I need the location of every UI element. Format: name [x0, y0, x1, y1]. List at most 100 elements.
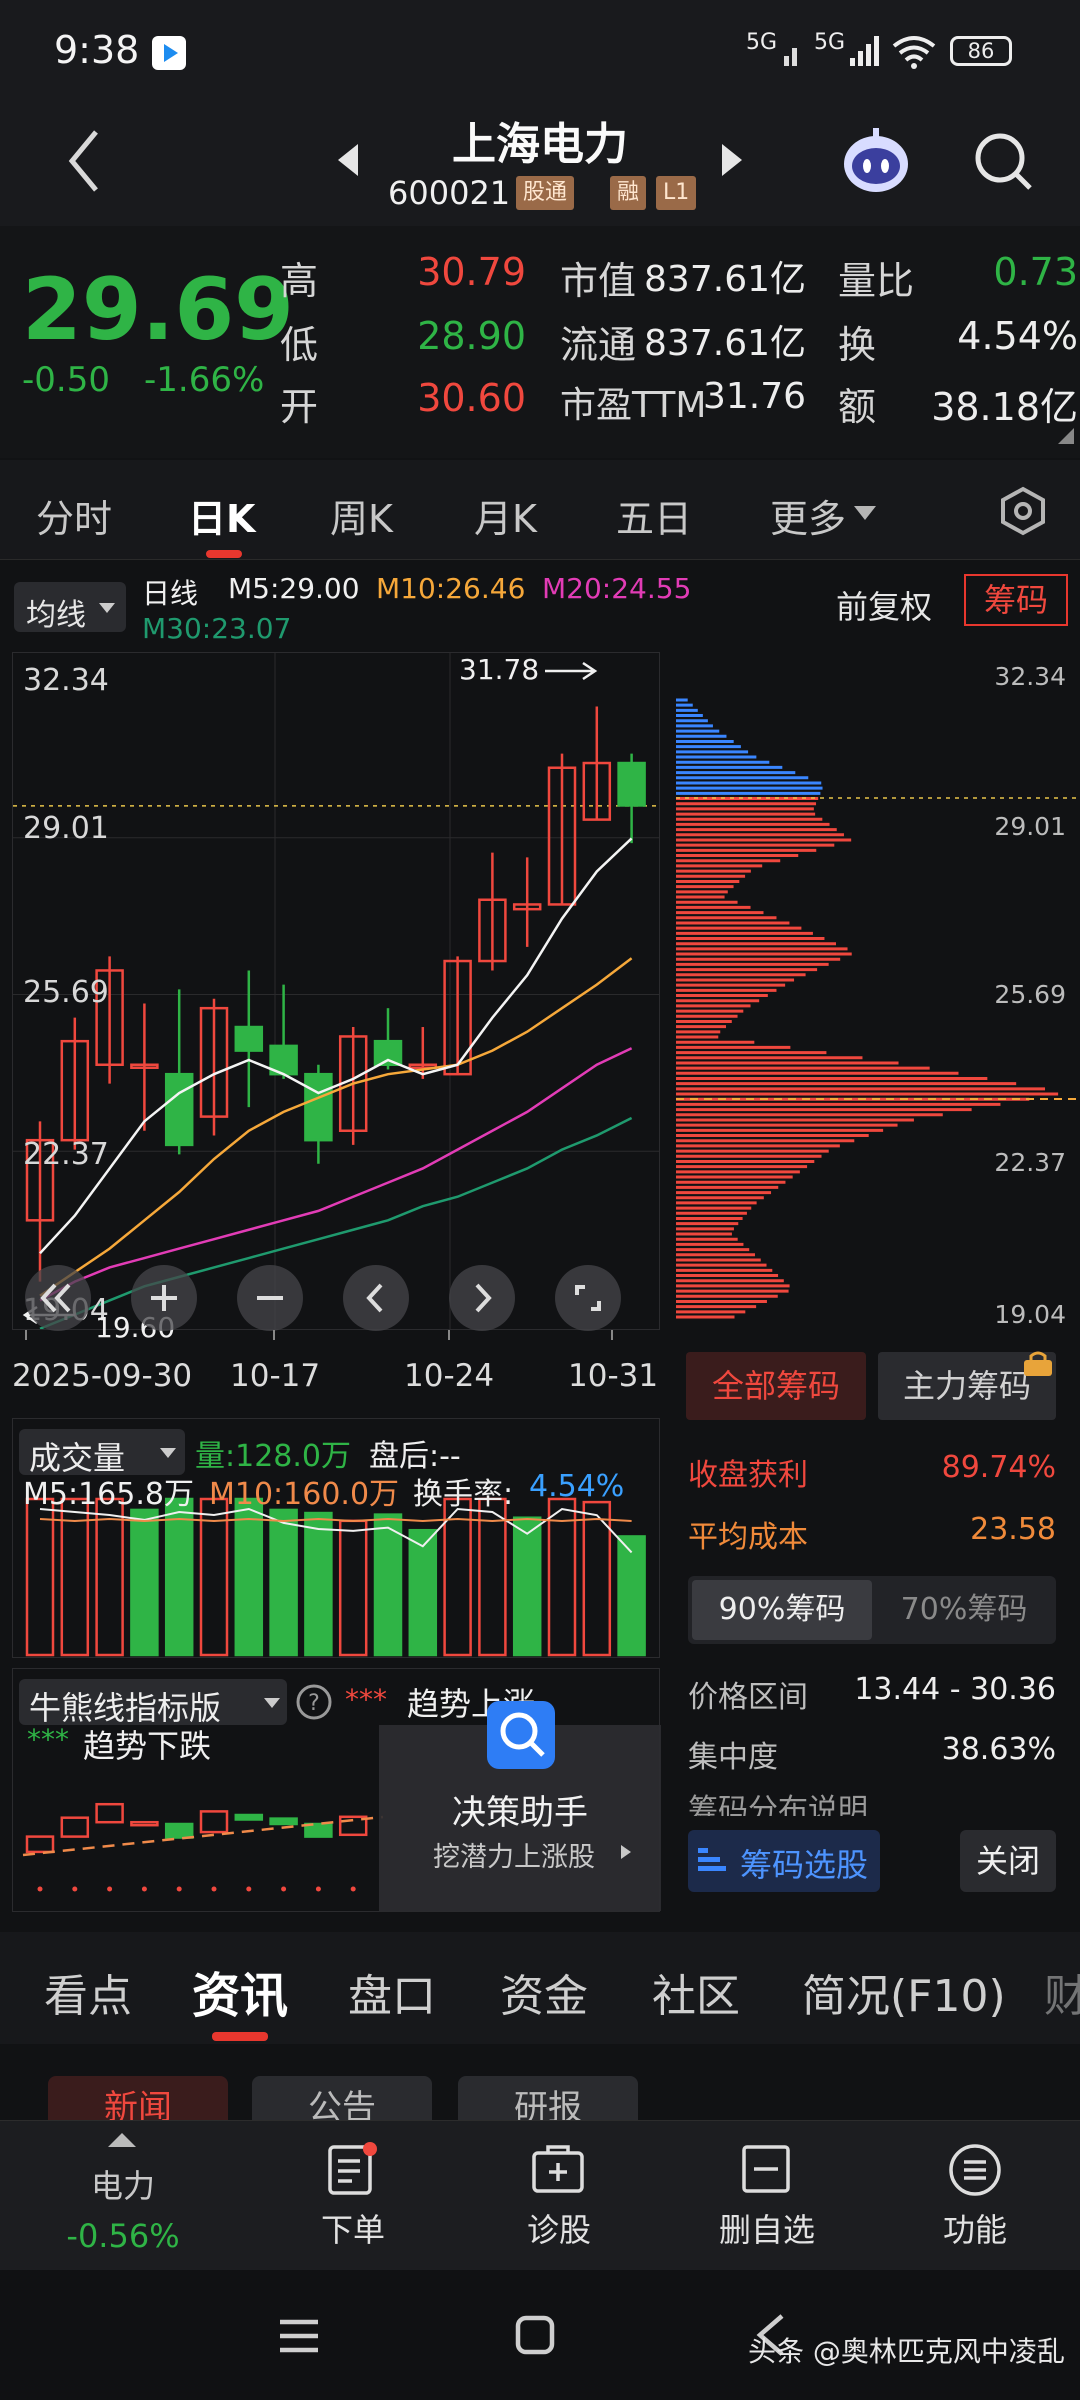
- zoom-out-button[interactable]: [237, 1265, 303, 1331]
- nav-diagnose[interactable]: 诊股: [474, 2205, 644, 2251]
- chip-toggle-button[interactable]: 筹码: [964, 574, 1068, 626]
- volume-bar: [617, 1535, 646, 1657]
- kline-panel[interactable]: 32.34 29.01 25.69 22.37 19.04 31.78 19.6…: [12, 652, 660, 1344]
- kline-y-label: 32.34: [23, 663, 109, 698]
- tab-all-chips[interactable]: 全部筹码: [686, 1352, 866, 1420]
- expand-corner-icon[interactable]: [1056, 426, 1076, 446]
- network-5g-2: 5G: [814, 30, 846, 55]
- chip-70-button[interactable]: 70%筹码: [874, 1580, 1054, 1640]
- volume-panel[interactable]: 成交量 量:128.0万 盘后:-- M5:165.8万 M10:160.0万 …: [12, 1418, 660, 1658]
- tab-weekly-k[interactable]: 周K: [330, 488, 393, 543]
- adjust-mode[interactable]: 前复权: [836, 582, 932, 628]
- volume-bar: [512, 1516, 542, 1657]
- low-value: 28.90: [417, 314, 526, 358]
- volume-bar: [25, 1497, 55, 1657]
- home-icon[interactable]: [514, 2314, 556, 2356]
- tab-more[interactable]: 更多: [770, 488, 846, 543]
- turnover-rate-label: 换手率:: [413, 1477, 514, 1512]
- tab-intraday[interactable]: 分时: [36, 488, 112, 543]
- chip-stock-select-button[interactable]: 筹码选股: [688, 1830, 880, 1892]
- remove-watchlist-icon: [742, 2145, 790, 2193]
- watermark: 头条 @奥林匹克风中凌乱: [748, 2335, 1065, 2368]
- recent-apps-icon[interactable]: [278, 2316, 320, 2356]
- plus-icon: [151, 1285, 177, 1311]
- settings-hexagon-icon[interactable]: [998, 486, 1048, 536]
- network-5g-1: 5G: [746, 30, 778, 55]
- scroll-left-button[interactable]: [343, 1265, 409, 1331]
- chip-distribution-panel[interactable]: 32.34 29.01 25.69 22.37 19.04: [676, 652, 1076, 1332]
- indicator-dot: [72, 1886, 78, 1892]
- chevron-down-icon: [264, 1698, 280, 1708]
- high-value: 30.79: [417, 250, 526, 294]
- nav-remove-watchlist[interactable]: 删自选: [682, 2205, 852, 2251]
- tab-finance[interactable]: 财: [1044, 1960, 1080, 2024]
- chip-close-button[interactable]: 关闭: [960, 1830, 1056, 1892]
- indicator-panel[interactable]: 牛熊线指标版 ? *** 趋势上涨 *** 趋势下跌 决策助手 挖潜力上涨股: [12, 1668, 661, 1912]
- chevron-right-icon: [475, 1283, 492, 1313]
- chip-90-button[interactable]: 90%筹码: [692, 1580, 872, 1640]
- status-bar: 9:38 5G 5G 86: [0, 0, 1080, 108]
- mcap-value: 837.61亿: [644, 259, 806, 300]
- indicator-candle: [234, 1813, 264, 1821]
- volume-bar: [373, 1513, 403, 1657]
- tab-funds[interactable]: 资金: [500, 1960, 588, 2024]
- volume-m5: M5:165.8万: [23, 1477, 194, 1512]
- double-chevron-left-icon: [40, 1283, 71, 1313]
- ma10-line: [39, 957, 633, 1297]
- zoom-in-button[interactable]: [131, 1265, 197, 1331]
- help-icon[interactable]: ?: [295, 1683, 333, 1721]
- tab-five-day[interactable]: 五日: [616, 488, 692, 543]
- search-icon[interactable]: [970, 128, 1036, 194]
- subtab-news[interactable]: 新闻: [48, 2076, 228, 2120]
- tab-monthly-k[interactable]: 月K: [474, 488, 537, 543]
- next-stock-icon[interactable]: [720, 140, 746, 180]
- volume-bar: [547, 1497, 577, 1657]
- stock-code: 600021: [388, 174, 511, 212]
- open-label: 开: [280, 385, 319, 429]
- trend-up-stars: ***: [345, 1683, 387, 1716]
- tab-highlights[interactable]: 看点: [44, 1960, 132, 2024]
- tab-f10[interactable]: 简况(F10): [802, 1960, 1006, 2024]
- tab-order-book[interactable]: 盘口: [348, 1960, 436, 2024]
- status-time: 9:38: [54, 28, 140, 72]
- period-tabs: 分时 日K 周K 月K 五日 更多: [0, 460, 1080, 560]
- scroll-right-button[interactable]: [449, 1265, 515, 1331]
- zoom-fit-button[interactable]: [25, 1265, 91, 1331]
- high-label: 高: [280, 259, 319, 303]
- subtab-announcements[interactable]: 公告: [252, 2076, 432, 2120]
- pe-value: 31.76: [702, 376, 806, 417]
- indicator-select[interactable]: 牛熊线指标版: [19, 1679, 287, 1727]
- system-nav: 头条 @奥林匹克风中凌乱: [0, 2270, 1080, 2400]
- fullscreen-button[interactable]: [555, 1265, 621, 1331]
- robot-assistant-icon[interactable]: [836, 124, 916, 198]
- chip-y-label: 22.37: [994, 1148, 1066, 1177]
- chip-y-label: 29.01: [994, 812, 1066, 841]
- x-axis-label: 10-31: [568, 1358, 659, 1394]
- tab-daily-k[interactable]: 日K: [188, 488, 255, 543]
- sector-name[interactable]: 电力: [38, 2161, 208, 2207]
- indicator-dot: [107, 1886, 113, 1892]
- chevron-down-icon: [854, 506, 876, 520]
- volume-ratio-value: 0.73: [993, 250, 1078, 294]
- indicator-dot: [211, 1886, 217, 1892]
- low-label: 低: [280, 323, 319, 367]
- kline-y-label: 22.37: [23, 1137, 109, 1172]
- ma-type-select[interactable]: 均线: [14, 582, 126, 633]
- volume-bar: [443, 1497, 472, 1657]
- bottom-nav: 电力 -0.56% 下单 诊股 删自选 功能: [0, 2120, 1080, 2270]
- subtab-research[interactable]: 研报: [458, 2076, 638, 2120]
- tab-community[interactable]: 社区: [652, 1960, 740, 2024]
- info-tab-indicator: [212, 2032, 268, 2041]
- trend-down-stars: ***: [27, 1723, 69, 1756]
- indicator-dot: [350, 1886, 356, 1892]
- chip-description-link[interactable]: 筹码分布说明: [688, 1788, 988, 1816]
- indicator-dot: [281, 1886, 287, 1892]
- indicator-candle: [25, 1835, 55, 1854]
- pe-label: 市盈TTM: [560, 385, 707, 426]
- tab-news[interactable]: 资讯: [192, 1956, 288, 2026]
- magnifier-assistant-icon: [487, 1701, 555, 1769]
- decision-assistant-card[interactable]: 决策助手 挖潜力上涨股: [379, 1701, 661, 1911]
- nav-functions[interactable]: 功能: [890, 2205, 1060, 2251]
- nav-order[interactable]: 下单: [268, 2205, 438, 2251]
- volume-bar: [234, 1497, 264, 1657]
